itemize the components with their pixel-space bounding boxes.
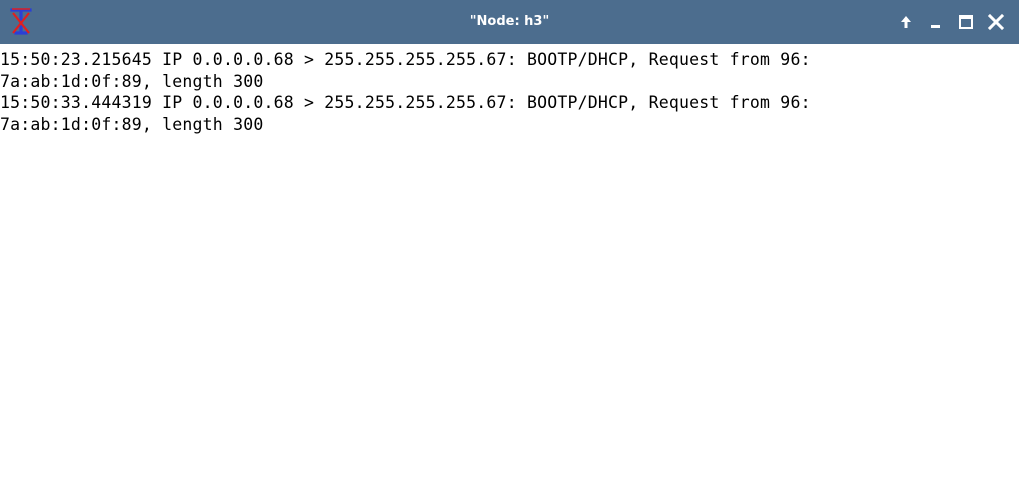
up-arrow-icon xyxy=(901,16,911,28)
terminal-line: 7a:ab:1d:0f:89, length 300 xyxy=(0,71,264,91)
minimize-button[interactable] xyxy=(923,9,949,35)
close-icon xyxy=(987,13,1005,31)
raise-button[interactable] xyxy=(893,9,919,35)
terminal-line: 15:50:33.444319 IP 0.0.0.0.68 > 255.255.… xyxy=(0,93,811,112)
close-button[interactable] xyxy=(983,9,1009,35)
maximize-icon xyxy=(959,15,973,29)
terminal-line: 7a:ab:1d:0f:89, length 300 xyxy=(0,114,264,134)
window-controls xyxy=(893,0,1009,44)
minimize-icon xyxy=(931,25,940,28)
window-title: "Node: h3" xyxy=(469,14,550,29)
terminal-line: 15:50:23.215645 IP 0.0.0.0.68 > 255.255.… xyxy=(0,50,811,69)
title-bar[interactable]: "Node: h3" xyxy=(0,0,1019,44)
terminal-output[interactable]: 15:50:23.215645 IP 0.0.0.0.68 > 255.255.… xyxy=(0,44,1019,496)
terminal-window: "Node: h3" 15:50:23.215645 IP 0.0.0.0.68… xyxy=(0,0,1019,496)
maximize-button[interactable] xyxy=(953,9,979,35)
xterm-t-icon[interactable] xyxy=(6,4,36,38)
